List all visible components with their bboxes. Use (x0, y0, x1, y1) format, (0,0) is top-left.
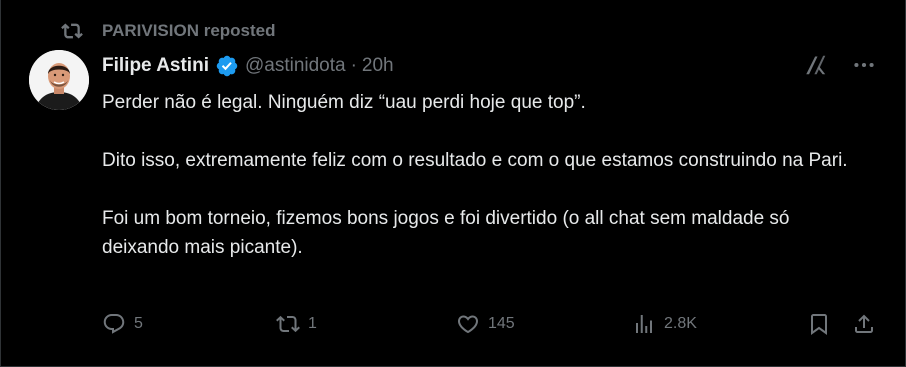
bookmark-icon (811, 314, 827, 335)
bookmark-button[interactable] (807, 312, 831, 336)
tweet-text: Perder não é legal. Ninguém diz “uau per… (102, 88, 862, 262)
tweet-paragraph: Foi um bom torneio, fizemos bons jogos e… (102, 208, 790, 258)
repost-button[interactable]: 1 (276, 312, 317, 336)
more-options-icon[interactable] (851, 52, 877, 78)
header-separator: · (350, 55, 357, 76)
repost-indicator[interactable]: PARIVISION reposted (61, 20, 276, 42)
author-handle[interactable]: @astinidota (245, 55, 346, 77)
tweet-timestamp[interactable]: 20h (362, 55, 394, 77)
tweet-header: Filipe Astini @astinidota · 20h (102, 53, 394, 79)
tweet-paragraph: Perder não é legal. Ninguém diz “uau per… (102, 92, 586, 113)
reply-count: 5 (134, 315, 143, 332)
tweet-top-actions (803, 52, 877, 78)
repost-icon (61, 20, 83, 42)
views-button[interactable]: 2.8K (632, 312, 697, 336)
repost-label: PARIVISION reposted (102, 21, 276, 40)
verified-badge-icon[interactable] (215, 54, 239, 78)
repost-count: 1 (308, 315, 317, 332)
like-button[interactable]: 145 (456, 312, 515, 336)
avatar[interactable] (29, 50, 89, 110)
reply-icon (103, 314, 125, 334)
share-icon (855, 314, 873, 333)
views-count: 2.8K (664, 315, 697, 332)
heart-icon (457, 315, 479, 334)
author-name[interactable]: Filipe Astini (102, 55, 209, 77)
repost-icon (276, 315, 300, 333)
analytics-icon (636, 315, 652, 333)
tweet-card[interactable]: PARIVISION reposted Filipe Astini @astin… (0, 0, 906, 367)
grok-icon[interactable] (803, 52, 829, 78)
share-button[interactable] (852, 312, 876, 336)
like-count: 145 (488, 315, 515, 332)
tweet-action-bar: 5 1 145 2.8K (102, 312, 880, 342)
reply-button[interactable]: 5 (102, 312, 143, 336)
tweet-paragraph: Dito isso, extremamente feliz com o resu… (102, 150, 848, 171)
